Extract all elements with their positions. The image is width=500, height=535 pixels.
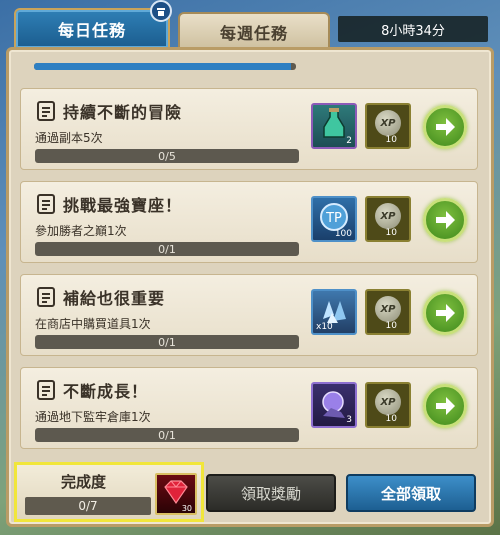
quest-progress-text: 0/1 xyxy=(158,242,176,256)
completion-label: 完成度 xyxy=(61,473,107,491)
document-icon xyxy=(37,101,55,121)
reward-xp-tile[interactable]: XP 10 xyxy=(365,196,411,242)
xp-count: 10 xyxy=(385,414,397,424)
xp-count: 10 xyxy=(385,228,397,238)
quest-list[interactable]: 持續不斷的冒險 通過副本5次 0/5 2 XP 10 挑戰最強寶座！ 參加勝者之… xyxy=(20,80,480,455)
xp-count: 10 xyxy=(385,135,397,145)
claim-all-button[interactable]: 全部領取 xyxy=(346,474,476,512)
completion-reward-tile[interactable]: 30 xyxy=(155,473,197,515)
quest-progress-bar: 0/1 xyxy=(35,428,299,442)
completion-box: 完成度 0/7 30 xyxy=(14,462,204,522)
xp-coin-icon: XP xyxy=(375,110,401,136)
arrow-right-icon xyxy=(436,211,455,229)
quest-progress-text: 0/5 xyxy=(158,149,176,163)
quest-item: 持續不斷的冒險 通過副本5次 0/5 2 XP 10 xyxy=(20,88,478,170)
reward-count: 2 xyxy=(346,136,352,146)
quest-item: 補給也很重要 在商店中購買道具1次 0/1 x10 XP 10 xyxy=(20,274,478,356)
quest-item: 不斷成長！ 通過地下監牢倉庫1次 0/1 3 XP 10 xyxy=(20,367,478,449)
claim-reward-label: 領取獎勵 xyxy=(240,484,301,503)
go-arrow-button[interactable] xyxy=(423,291,467,335)
quest-description: 通過地下監牢倉庫1次 xyxy=(35,410,151,424)
quest-progress-bar: 0/1 xyxy=(35,335,299,349)
quest-description: 在商店中購買道具1次 xyxy=(35,317,151,331)
quest-progress-text: 0/1 xyxy=(158,428,176,442)
quest-progress-bar: 0/5 xyxy=(35,149,299,163)
quest-progress-bar: 0/1 xyxy=(35,242,299,256)
xp-coin-icon: XP xyxy=(375,389,401,415)
reward-item-tile[interactable]: 3 xyxy=(311,382,357,428)
go-arrow-button[interactable] xyxy=(423,198,467,242)
quest-title: 挑戰最強寶座！ xyxy=(63,196,183,215)
reward-item-tile[interactable]: 2 xyxy=(311,103,357,149)
go-arrow-button[interactable] xyxy=(423,105,467,149)
reward-xp-tile[interactable]: XP 10 xyxy=(365,382,411,428)
reward-item-tile[interactable]: TP 100 xyxy=(311,196,357,242)
arrow-right-icon xyxy=(436,304,455,322)
reward-count: 100 xyxy=(334,229,352,239)
reward-item-tile[interactable]: x10 xyxy=(311,289,357,335)
document-icon xyxy=(37,194,55,214)
quest-title: 不斷成長！ xyxy=(63,382,149,401)
go-arrow-button[interactable] xyxy=(423,384,467,428)
reward-xp-tile[interactable]: XP 10 xyxy=(365,289,411,335)
svg-text:TP: TP xyxy=(325,211,342,226)
tab-daily-quests[interactable]: 每日任務 xyxy=(14,8,170,48)
document-icon xyxy=(37,380,55,400)
claim-reward-button[interactable]: 領取獎勵 xyxy=(206,474,336,512)
quest-description: 通過副本5次 xyxy=(35,131,103,145)
tab-weekly-label: 每週任務 xyxy=(219,24,288,43)
reset-timer: 8小時34分 xyxy=(338,16,488,42)
scroll-progress-bar xyxy=(34,63,296,70)
gem-count: 30 xyxy=(181,504,192,513)
quest-title: 補給也很重要 xyxy=(63,289,166,308)
timer-text: 8小時34分 xyxy=(381,23,445,39)
document-icon xyxy=(37,287,55,307)
arrow-right-icon xyxy=(436,118,455,136)
claim-all-label: 全部領取 xyxy=(380,484,441,503)
scroll-progress-fill xyxy=(34,63,291,70)
tab-daily-label: 每日任務 xyxy=(57,21,126,40)
reward-count: 3 xyxy=(346,415,352,425)
reward-count: x10 xyxy=(316,322,333,332)
quest-item: 挑戰最強寶座！ 參加勝者之巔1次 0/1 TP 100 XP 10 xyxy=(20,181,478,263)
notification-badge-icon xyxy=(150,0,172,22)
reward-xp-tile[interactable]: XP 10 xyxy=(365,103,411,149)
quest-title: 持續不斷的冒險 xyxy=(63,103,183,122)
completion-progress-bar: 0/7 xyxy=(25,497,151,515)
xp-coin-icon: XP xyxy=(375,203,401,229)
xp-count: 10 xyxy=(385,321,397,331)
tab-weekly-quests[interactable]: 每週任務 xyxy=(178,12,330,50)
quest-progress-text: 0/1 xyxy=(158,335,176,349)
arrow-right-icon xyxy=(436,397,455,415)
quest-description: 參加勝者之巔1次 xyxy=(35,224,127,238)
xp-coin-icon: XP xyxy=(375,296,401,322)
completion-progress-text: 0/7 xyxy=(78,499,98,513)
